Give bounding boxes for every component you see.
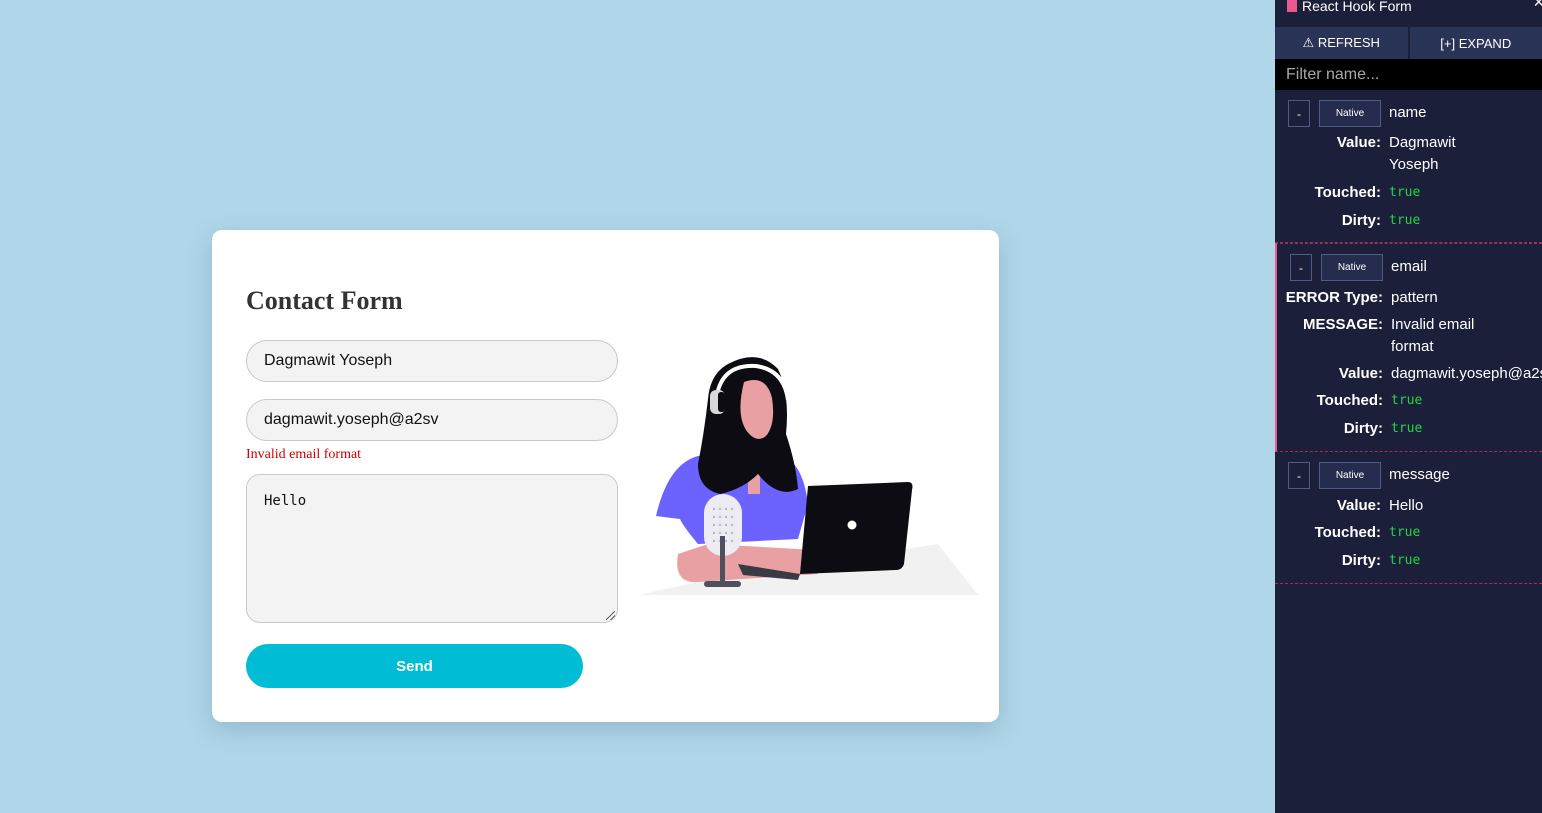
touched-label: Touched: — [1314, 524, 1381, 541]
podcast-woman-illustration — [638, 357, 978, 595]
touched-value: true — [1391, 393, 1423, 408]
dirty-label: Dirty: — [1343, 420, 1383, 437]
collapse-button[interactable]: - — [1290, 254, 1312, 281]
field-name-label: message — [1389, 466, 1450, 483]
native-button[interactable]: Native — [1319, 462, 1381, 489]
expand-button[interactable]: [+] EXPAND — [1409, 27, 1542, 59]
resize-grip-icon[interactable] — [606, 611, 615, 620]
value-text: dagmawit.yoseph@a2sv — [1391, 365, 1542, 382]
collapse-button[interactable]: - — [1288, 462, 1310, 489]
dirty-label: Dirty: — [1341, 212, 1381, 229]
name-input[interactable]: Dagmawit Yoseph — [246, 340, 618, 382]
filter-name-input[interactable]: Filter name... — [1275, 59, 1542, 90]
message-label: MESSAGE: — [1302, 316, 1383, 333]
devtools-field-message: - Native message Value: Hello Touched: t… — [1275, 452, 1542, 584]
collapse-button[interactable]: - — [1288, 100, 1310, 127]
devtools-title: React Hook Form — [1302, 0, 1412, 14]
devtools-field-email: - Native email ERROR Type: pattern MESSA… — [1275, 243, 1542, 452]
devtools-header: React Hook Form × — [1275, 0, 1542, 27]
native-button[interactable]: Native — [1321, 254, 1383, 281]
send-button[interactable]: Send — [246, 644, 583, 688]
touched-label: Touched: — [1316, 392, 1383, 409]
value-text: Hello — [1389, 497, 1424, 514]
devtools-field-name: - Native name Value: Dagmawit Yoseph Tou… — [1275, 90, 1542, 243]
contact-card: Contact Form Dagmawit Yoseph dagmawit.yo… — [212, 230, 999, 722]
dirty-value: true — [1389, 553, 1421, 568]
value-label: Value: — [1338, 365, 1383, 382]
message-textarea[interactable]: Hello — [246, 474, 618, 623]
email-error-message: Invalid email format — [246, 447, 362, 462]
error-type-value: pattern — [1391, 289, 1438, 306]
rhf-logo-icon — [1287, 0, 1297, 12]
email-input[interactable]: dagmawit.yoseph@a2sv — [246, 399, 618, 441]
refresh-button[interactable]: ⚠ REFRESH — [1275, 27, 1408, 59]
field-name-label: name — [1389, 104, 1427, 121]
touched-value: true — [1389, 185, 1421, 200]
dirty-value: true — [1391, 421, 1423, 436]
dirty-value: true — [1389, 213, 1421, 228]
close-icon[interactable]: × — [1533, 0, 1542, 13]
react-hook-form-devtools: React Hook Form × ⚠ REFRESH [+] EXPAND F… — [1275, 0, 1542, 813]
field-name-label: email — [1391, 258, 1427, 275]
touched-label: Touched: — [1314, 184, 1381, 201]
value-label: Value: — [1336, 497, 1381, 514]
dirty-label: Dirty: — [1341, 552, 1381, 569]
error-type-label: ERROR Type: — [1285, 289, 1383, 306]
value-text: Dagmawit Yoseph — [1389, 134, 1456, 173]
message-text: Hello — [264, 493, 307, 509]
page-title: Contact Form — [246, 286, 403, 315]
value-label: Value: — [1336, 134, 1381, 151]
message-value: Invalid email format — [1391, 316, 1475, 355]
devtools-toolbar: ⚠ REFRESH [+] EXPAND — [1275, 27, 1542, 59]
native-button[interactable]: Native — [1319, 100, 1381, 127]
touched-value: true — [1389, 525, 1421, 540]
